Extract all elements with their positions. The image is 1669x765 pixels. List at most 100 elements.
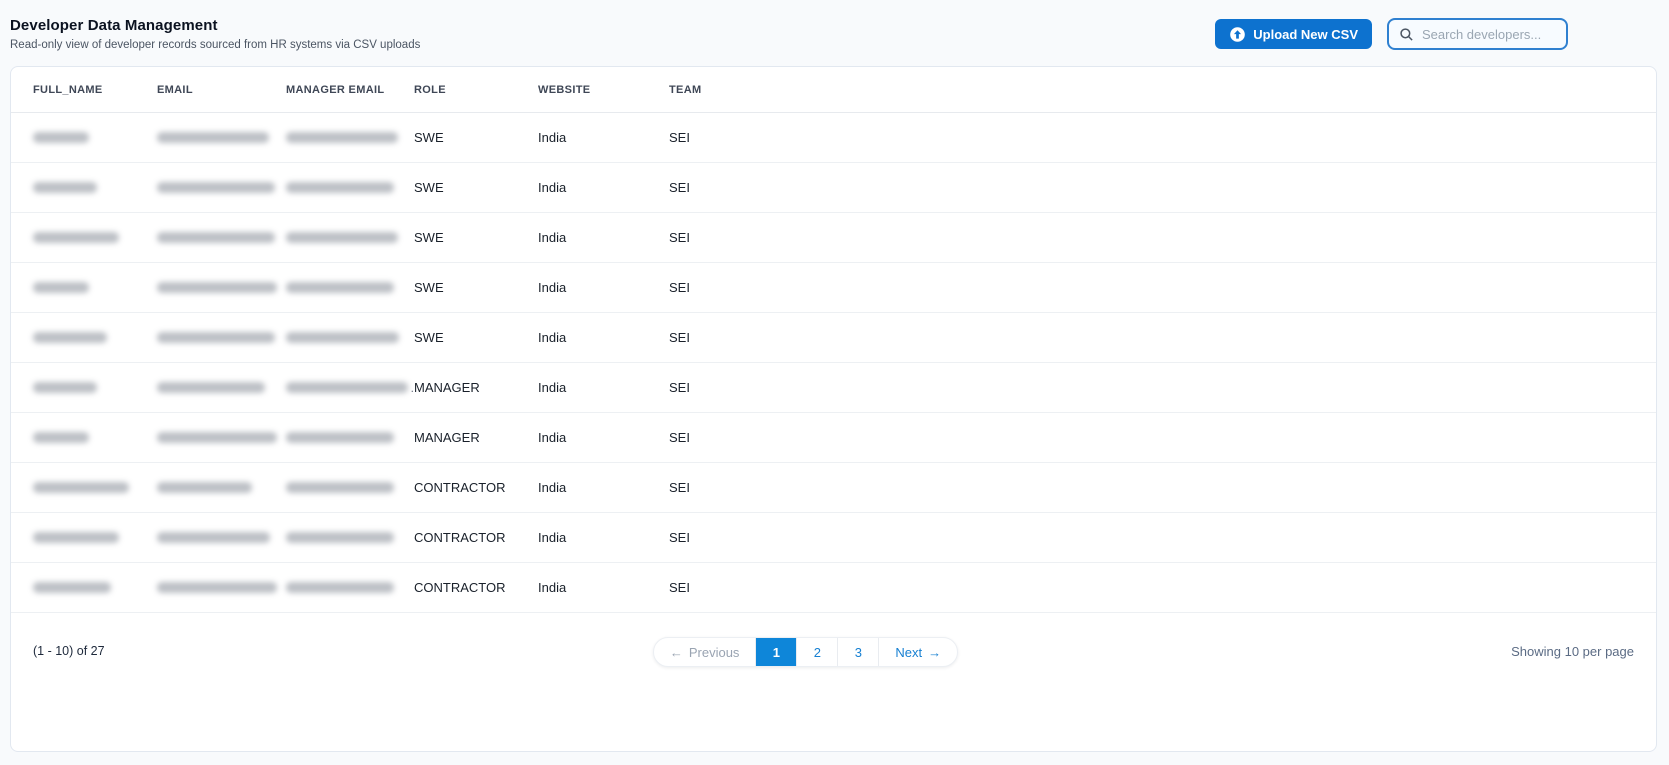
cell-website: India [538,130,567,145]
cell-role: CONTRACTOR [414,530,506,545]
cell-role: SWE [414,330,444,345]
cell-team: SEI [669,530,690,545]
cell-email [157,432,286,443]
cell-role: SWE [414,180,444,195]
cell-email [157,332,286,343]
redacted-email [157,582,277,593]
table-row[interactable]: SWE India SEI [11,213,1656,263]
table-body: SWE India SEI SWE India SEI SWE India SE… [11,113,1656,613]
redacted-full-name [33,382,97,393]
cell-website: India [538,480,567,495]
redacted-manager-email [286,582,394,593]
redacted-email [157,532,270,543]
search-input[interactable] [1422,26,1556,42]
cell-role: CONTRACTOR [414,580,506,595]
table-row[interactable]: CONTRACTOR India SEI [11,463,1656,513]
per-page-label: Showing 10 per page [1511,644,1634,659]
table-row[interactable]: . MANAGER India SEI [11,363,1656,413]
cell-role: MANAGER [414,380,480,395]
cell-team: SEI [669,180,690,195]
redacted-full-name [33,182,97,193]
cell-team: SEI [669,430,690,445]
redacted-email [157,132,269,143]
previous-label: Previous [688,644,740,660]
column-header-team: TEAM [669,83,702,96]
redacted-manager-email [286,132,398,143]
redacted-full-name [33,232,119,243]
cell-manager-email [286,282,414,293]
redacted-email [157,282,277,293]
table-row[interactable]: CONTRACTOR India SEI [11,563,1656,613]
header-controls: Upload New CSV [1215,18,1568,50]
cell-team: SEI [669,330,690,345]
redacted-manager-email [286,432,394,443]
table-row[interactable]: SWE India SEI [11,163,1656,213]
cell-full-name [33,432,157,443]
redacted-full-name [33,432,89,443]
cell-full-name [33,282,157,293]
redacted-email [157,382,265,393]
table-row[interactable]: SWE India SEI [11,313,1656,363]
next-page-button[interactable]: Next → [879,638,957,666]
cell-team: SEI [669,380,690,395]
cell-team: SEI [669,480,690,495]
cell-email [157,232,286,243]
cell-email [157,182,286,193]
redacted-email [157,182,275,193]
cell-website: India [538,430,567,445]
cell-full-name [33,532,157,543]
cell-team: SEI [669,230,690,245]
page-title: Developer Data Management [10,17,218,34]
cell-team: SEI [669,580,690,595]
page-button-1[interactable]: 1 [756,638,798,666]
cell-role: SWE [414,230,444,245]
upload-new-csv-button[interactable]: Upload New CSV [1215,19,1372,49]
redacted-manager-email [286,382,408,393]
redacted-full-name [33,482,129,493]
cell-full-name [33,182,157,193]
redacted-full-name [33,582,111,593]
next-label: Next [895,644,923,660]
cell-full-name [33,582,157,593]
cell-manager-email [286,132,414,143]
search-box[interactable] [1387,18,1568,50]
cell-manager-email [286,332,414,343]
redacted-full-name [33,132,89,143]
cell-manager-email [286,182,414,193]
page-button-2[interactable]: 2 [797,638,839,666]
cell-email [157,132,286,143]
cell-full-name [33,132,157,143]
cell-full-name [33,332,157,343]
column-header-role: ROLE [414,83,446,96]
arrow-left-icon: ← [669,644,683,660]
table-row[interactable]: SWE India SEI [11,263,1656,313]
cell-role: SWE [414,130,444,145]
range-label: (1 - 10) of 27 [33,644,105,658]
cell-website: India [538,580,567,595]
redacted-email [157,482,252,493]
cell-role: SWE [414,280,444,295]
previous-page-button[interactable]: ← Previous [654,638,757,666]
cell-team: SEI [669,130,690,145]
cell-manager-email [286,532,414,543]
redacted-manager-email [286,482,394,493]
pagination: ← Previous 1 2 3 Next → [652,637,959,667]
cell-website: India [538,180,567,195]
title-block: Developer Data Management Read-only view… [10,17,420,51]
cell-full-name [33,482,157,493]
column-header-website: WEBSITE [538,83,591,96]
redacted-manager-email [286,332,399,343]
cell-team: SEI [669,280,690,295]
redacted-full-name [33,532,119,543]
table-row[interactable]: SWE India SEI [11,113,1656,163]
cell-email [157,532,286,543]
cell-email [157,482,286,493]
cell-website: India [538,230,567,245]
page-button-3[interactable]: 3 [838,638,880,666]
table-row[interactable]: CONTRACTOR India SEI [11,513,1656,563]
arrow-up-circle-icon [1229,26,1246,43]
table-row[interactable]: MANAGER India SEI [11,413,1656,463]
cell-manager-email [286,232,414,243]
cell-website: India [538,280,567,295]
arrow-right-icon: → [928,644,942,660]
